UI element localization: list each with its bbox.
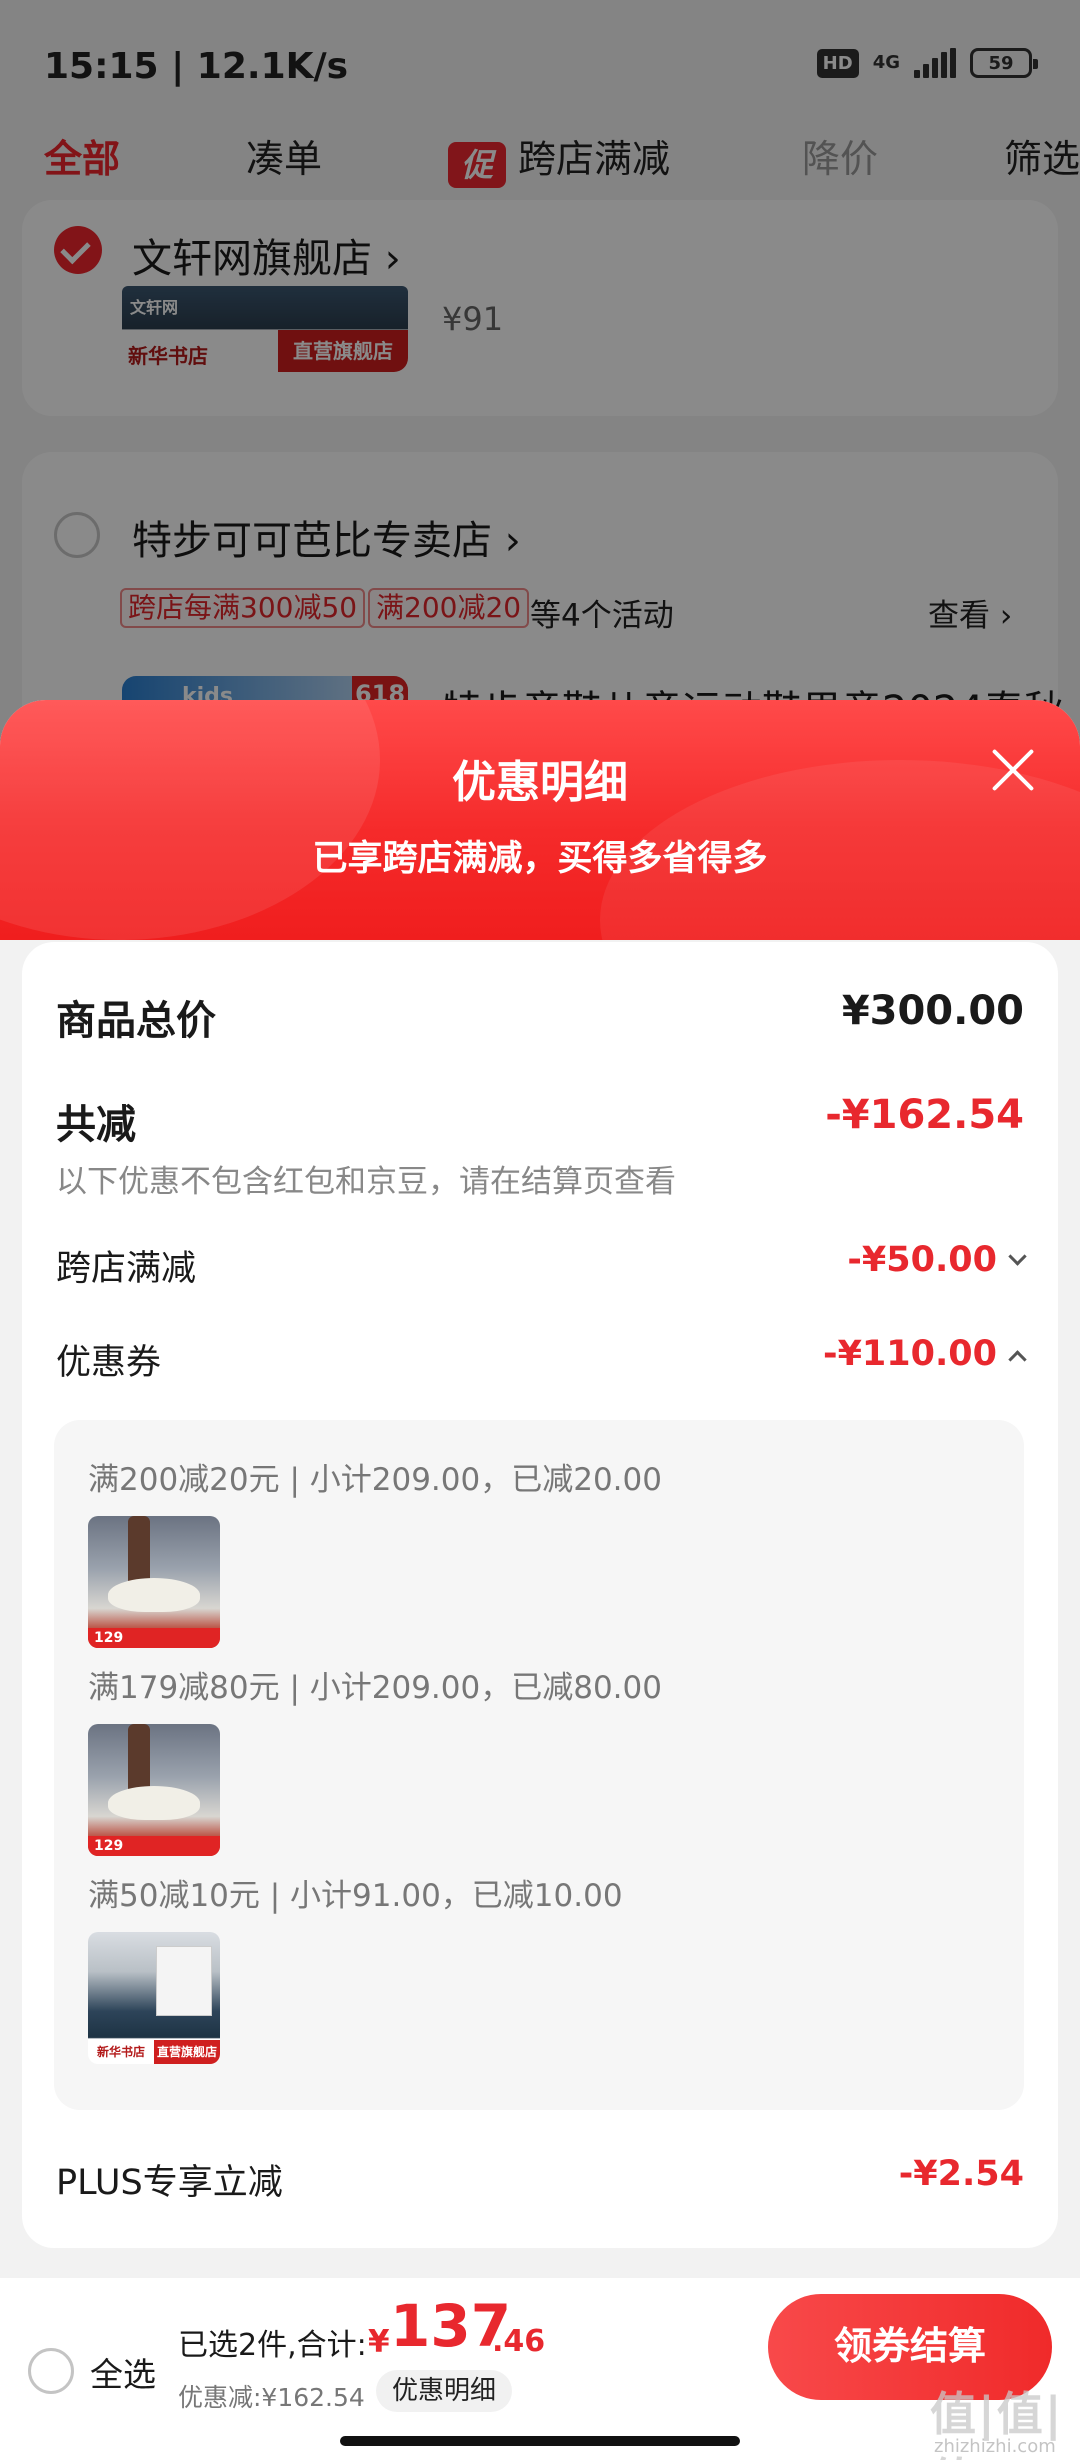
home-indicator[interactable] xyxy=(340,2436,740,2446)
thumb-decoration xyxy=(108,1578,200,1612)
plus-discount-value: -¥2.54 xyxy=(898,2154,1024,2194)
coupon-line: 满200减20元 | 小计209.00，已减20.00 xyxy=(88,1462,662,1498)
sheet-title: 优惠明细 xyxy=(452,757,628,808)
total-reduce-value: -¥162.54 xyxy=(825,1092,1024,1138)
sheet-subtitle: 已享跨店满减，买得多省得多 xyxy=(312,839,768,879)
thumb-decoration xyxy=(128,1724,150,1794)
select-all-checkbox[interactable] xyxy=(28,2348,74,2394)
coupon-breakdown: 满200减20元 | 小计209.00，已减20.00 129 满179减80元… xyxy=(54,1420,1024,2110)
thumb-price-tag: 129 xyxy=(88,1628,220,1648)
discount-detail-sheet: 优惠明细 已享跨店满减，买得多省得多 商品总价 ¥300.00 共减 -¥162… xyxy=(0,700,1080,2278)
discount-detail-button[interactable]: 优惠明细 xyxy=(376,2370,513,2412)
discount-amount: 优惠减:¥162.54 xyxy=(178,2383,365,2412)
chevron-up-icon xyxy=(1008,1350,1027,1369)
thumb-left-label: 新华书店 xyxy=(96,2045,145,2059)
thumb-decoration xyxy=(128,1516,150,1586)
plus-discount-label: PLUS专享立减 xyxy=(56,2163,283,2203)
coupon-line: 满50减10元 | 小计91.00，已减10.00 xyxy=(88,1878,623,1914)
total-price-value: ¥300.00 xyxy=(841,988,1024,1034)
total-currency: ¥ xyxy=(368,2324,390,2360)
product-thumb-shoe[interactable]: 129 xyxy=(88,1516,220,1648)
watermark-url: zhizhizhi.com xyxy=(934,2436,1056,2457)
thumb-decoration xyxy=(156,1946,212,2016)
coupon-label: 优惠券 xyxy=(56,1343,162,1383)
total-amount-decimal: .46 xyxy=(492,2324,546,2359)
thumb-right-label: 直营旗舰店 xyxy=(154,2040,220,2064)
chevron-down-icon xyxy=(1008,1247,1027,1266)
total-price-label: 商品总价 xyxy=(56,998,216,1044)
coupon-line: 满179减80元 | 小计209.00，已减80.00 xyxy=(88,1670,662,1706)
sheet-header: 优惠明细 已享跨店满减，买得多省得多 xyxy=(0,700,1080,940)
cross-store-value[interactable]: -¥50.00 xyxy=(847,1240,1027,1280)
product-thumb-book[interactable]: 新华书店 直营旗舰店 xyxy=(88,1932,220,2064)
product-thumb-shoe[interactable]: 129 xyxy=(88,1724,220,1856)
thumb-price-tag: 129 xyxy=(88,1836,220,1856)
discount-note: 以下优惠不包含红包和京豆，请在结算页查看 xyxy=(56,1164,676,1200)
selected-summary: 已选2件,合计: xyxy=(178,2328,367,2363)
discount-detail-card: 商品总价 ¥300.00 共减 -¥162.54 以下优惠不包含红包和京豆，请在… xyxy=(22,942,1058,2248)
select-all-label[interactable]: 全选 xyxy=(90,2348,156,2396)
header-decoration xyxy=(0,700,380,940)
close-icon[interactable] xyxy=(988,744,1038,794)
total-reduce-label: 共减 xyxy=(56,1102,136,1148)
coupon-value[interactable]: -¥110.00 xyxy=(823,1334,1027,1374)
thumb-decoration xyxy=(108,1786,200,1820)
checkout-bar: 全选 已选2件,合计: ¥ 137 .46 优惠减:¥162.54 优惠明细 领… xyxy=(0,2278,1080,2460)
cross-store-label: 跨店满减 xyxy=(56,1249,197,1289)
